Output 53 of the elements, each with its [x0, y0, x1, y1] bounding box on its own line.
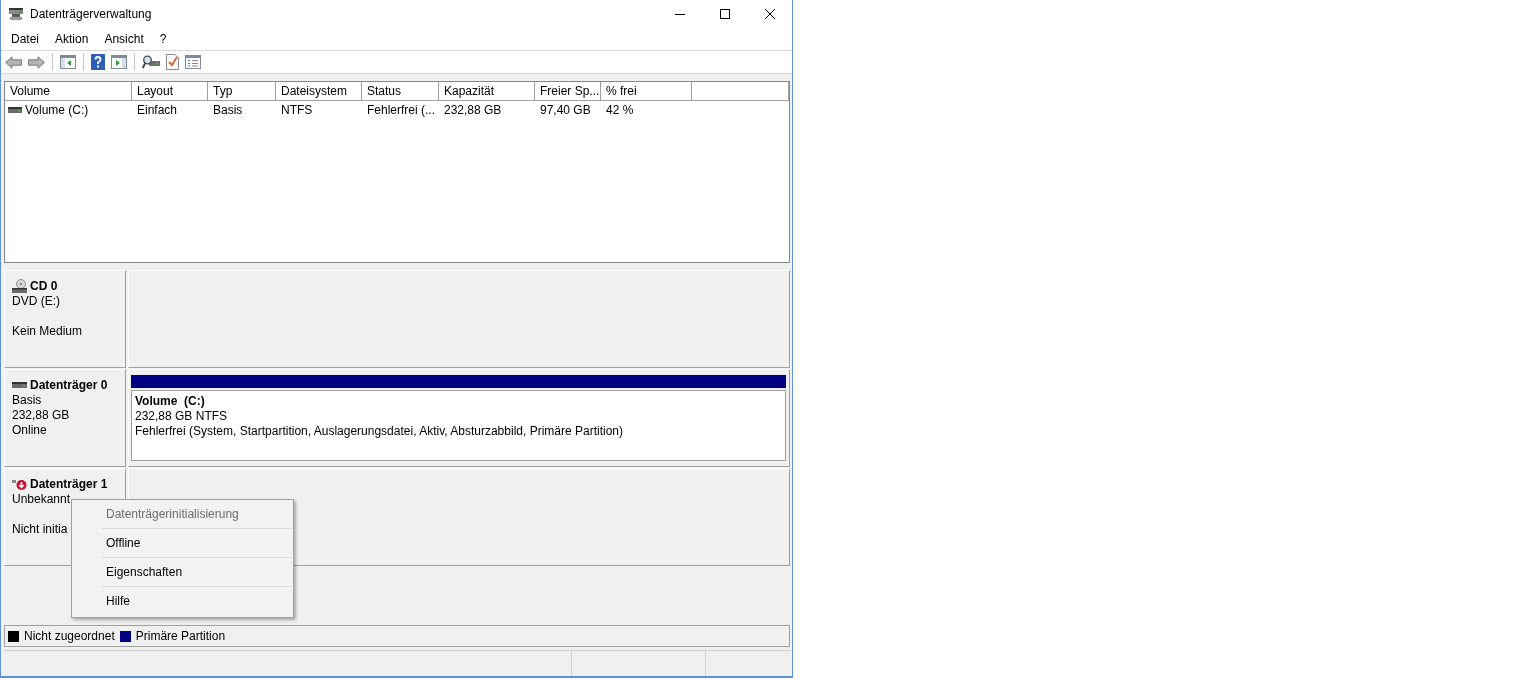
disk-type: DVD (E:) — [12, 294, 61, 309]
drive-icon — [8, 107, 22, 113]
table-cell: Fehlerfrei (... — [367, 102, 435, 118]
table-cell: NTFS — [281, 102, 313, 118]
disk-type: Basis — [12, 393, 43, 408]
magnifier-drive-icon[interactable] — [142, 55, 160, 69]
disk-label-panel[interactable]: CD 0 DVD (E:) Kein Medium — [4, 270, 126, 368]
table-cell: Volume (C:) — [25, 102, 89, 118]
column-header[interactable]: Status — [362, 82, 439, 101]
partition-size: 232,88 GB NTFS — [135, 409, 229, 424]
disk-type: Unbekannt — [12, 492, 72, 507]
list-window-icon[interactable] — [185, 55, 201, 69]
disk-name: Datenträger 0 — [30, 377, 108, 393]
drive-icon — [9, 8, 23, 20]
disk-status: Kein Medium — [12, 324, 84, 339]
disk-status: Nicht initia — [12, 522, 69, 537]
disk-size: 232,88 GB — [12, 408, 71, 423]
column-header[interactable]: Dateisystem — [276, 82, 362, 101]
column-header[interactable]: Kapazität — [439, 82, 535, 101]
column-header[interactable]: Typ — [208, 82, 276, 101]
disk-name: Datenträger 1 — [30, 476, 108, 492]
pane-window-icon[interactable] — [111, 55, 127, 69]
checked-page-icon[interactable] — [166, 54, 179, 70]
column-header[interactable]: % frei — [601, 82, 692, 101]
partition-status: Fehlerfrei (System, Startpartition, Auslagerungsdatei, Aktiv, Absturzabbild, Primäre Partition) — [135, 424, 624, 439]
context-menu-item[interactable]: Hilfe — [72, 587, 293, 615]
close-icon[interactable] — [764, 9, 775, 19]
legend-label: Primäre Partition — [135, 629, 226, 643]
table-cell: 42 % — [606, 102, 634, 118]
menu-item[interactable]: Ansicht — [96, 30, 152, 48]
disk-label-panel[interactable]: Datenträger 0 Basis 232,88 GB Online — [4, 369, 126, 467]
column-header[interactable]: Freier Sp... — [535, 82, 601, 101]
column-header[interactable]: Layout — [132, 82, 208, 101]
table-cell: Basis — [213, 102, 243, 118]
disk-status: Online — [12, 423, 48, 438]
maximize-icon[interactable] — [719, 9, 730, 19]
table-cell: Einfach — [137, 102, 178, 118]
menu-item[interactable]: Datei — [3, 30, 47, 48]
legend-label: Nicht zugeordnet — [24, 629, 115, 643]
partition-block[interactable]: Volume (C:) 232,88 GB NTFS Fehlerfrei (System, Startpartition, Auslagerungsdatei, Aktiv, Absturzabbild, Primäre Partition) — [131, 375, 786, 461]
column-header[interactable]: Volume — [5, 82, 132, 101]
disk-name: CD 0 — [30, 278, 58, 294]
back-arrow-icon[interactable] — [5, 55, 22, 69]
menu-item[interactable]: Aktion — [47, 30, 97, 48]
menu-item[interactable]: ? — [151, 30, 175, 48]
forward-arrow-icon[interactable] — [28, 55, 45, 69]
help-icon[interactable] — [91, 54, 105, 70]
minimize-icon[interactable] — [674, 13, 685, 15]
table-cell: 97,40 GB — [540, 102, 591, 118]
pane-window-icon[interactable] — [60, 55, 76, 69]
table-cell: 232,88 GB — [444, 102, 502, 118]
window-title: Datenträgerverwaltung — [30, 7, 152, 21]
partition-name: Volume (C:) — [135, 394, 206, 409]
